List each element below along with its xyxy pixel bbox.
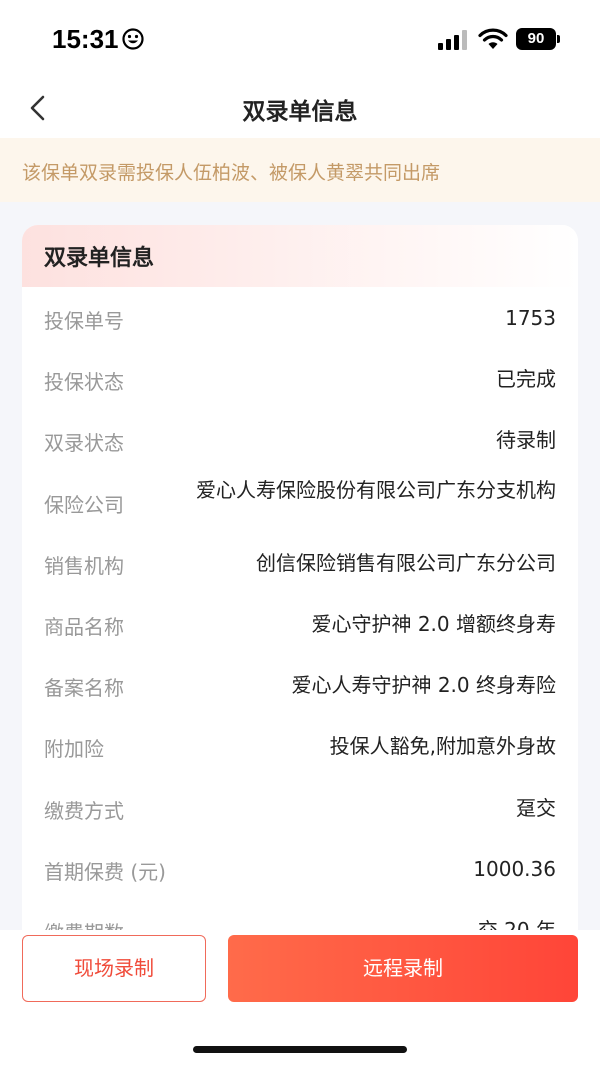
row-label: 销售机构 xyxy=(44,554,124,578)
battery-indicator: 90 xyxy=(516,28,556,50)
row-label: 首期保费 (元) xyxy=(44,860,166,884)
row-value: 已完成 xyxy=(496,367,556,391)
onsite-recording-button[interactable]: 现场录制 xyxy=(22,935,206,1002)
row-label: 商品名称 xyxy=(44,615,124,639)
notice-bar: 该保单双录需投保人伍柏波、被保人黄翠共同出席 xyxy=(0,138,600,202)
card-title: 双录单信息 xyxy=(44,246,155,271)
row-value: 投保人豁免,附加意外身故 xyxy=(329,734,556,758)
row-label: 缴费方式 xyxy=(44,799,124,823)
row-label: 保险公司 xyxy=(44,493,124,517)
home-indicator[interactable] xyxy=(193,1046,407,1053)
nav-bar: 双录单信息 xyxy=(0,80,600,138)
status-bar: 15:31 90 xyxy=(0,0,600,80)
row-value: 1000.36 xyxy=(473,857,556,881)
row-value: 爱心守护神 2.0 增额终身寿 xyxy=(311,612,556,636)
row-value: 爱心人寿守护神 2.0 终身寿险 xyxy=(291,673,556,697)
row-label: 投保状态 xyxy=(44,370,124,394)
cellular-signal-icon xyxy=(438,30,467,50)
row-value: 待录制 xyxy=(496,428,556,452)
row-value: 1753 xyxy=(505,306,556,330)
card-header: 双录单信息 xyxy=(22,225,578,287)
row-label: 附加险 xyxy=(44,737,104,761)
row-label: 投保单号 xyxy=(44,309,124,333)
row-value: 趸交 xyxy=(516,796,556,820)
info-card: 双录单信息 投保单号 1753 投保状态 已完成 双录状态 待录制 保险公司 爱… xyxy=(22,225,578,985)
row-value: 爱心人寿保险股份有限公司广东分支机构 xyxy=(196,478,556,502)
row-label: 双录状态 xyxy=(44,431,124,455)
status-time: 15:31 xyxy=(52,24,119,54)
notice-text: 该保单双录需投保人伍柏波、被保人黄翠共同出席 xyxy=(22,162,441,184)
row-value: 创信保险销售有限公司广东分公司 xyxy=(256,551,556,575)
wifi-icon xyxy=(478,28,508,49)
row-label: 备案名称 xyxy=(44,676,124,700)
smiley-face-icon xyxy=(122,28,144,50)
page-title: 双录单信息 xyxy=(242,99,358,125)
remote-recording-button[interactable]: 远程录制 xyxy=(228,935,578,1002)
battery-cap xyxy=(557,35,560,43)
